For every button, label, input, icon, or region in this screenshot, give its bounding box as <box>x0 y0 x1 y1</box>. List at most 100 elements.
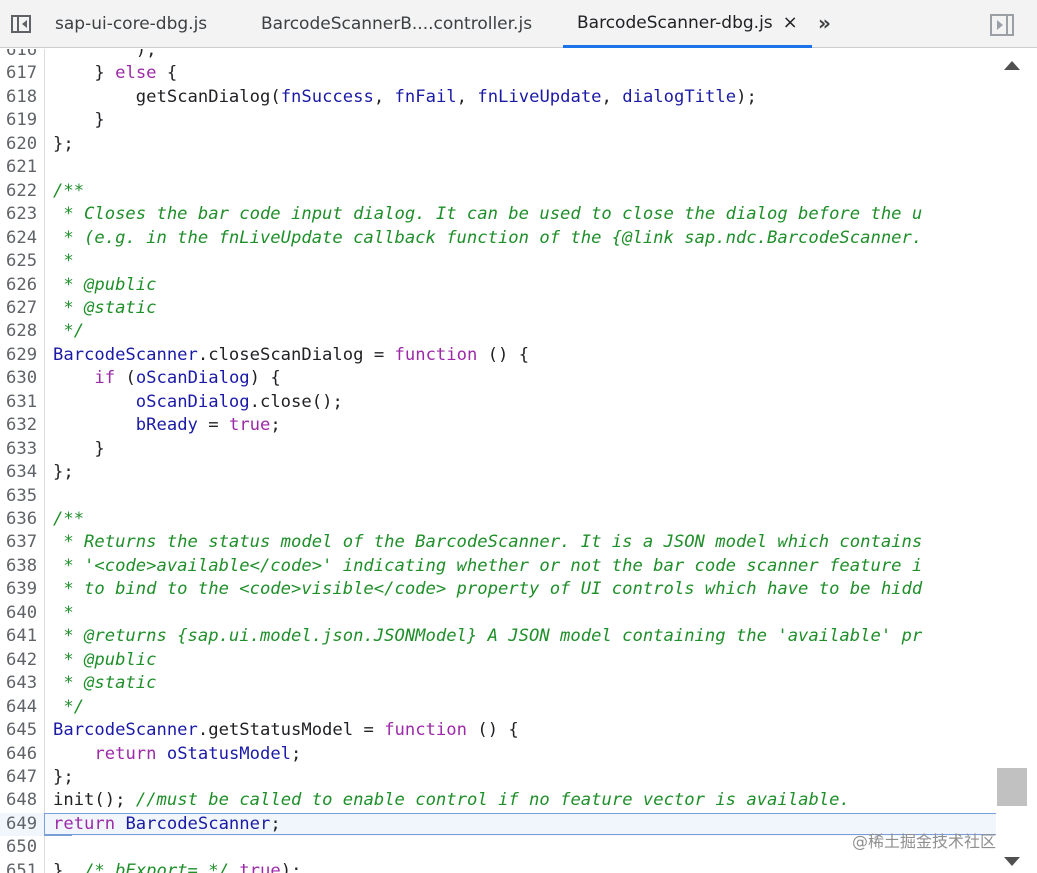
line-code: * @returns {sap.ui.model.json.JSONModel}… <box>53 626 923 647</box>
code-line[interactable]: 632 bReady = true; <box>0 414 996 437</box>
line-number[interactable]: 621 <box>0 156 40 179</box>
line-number[interactable]: 647 <box>0 766 40 789</box>
code-line[interactable]: 637 * Returns the status model of the Ba… <box>0 531 996 554</box>
code-line[interactable]: 634}; <box>0 461 996 484</box>
line-number[interactable]: 633 <box>0 438 40 461</box>
line-number[interactable]: 640 <box>0 602 40 625</box>
line-code: * @static <box>53 673 157 694</box>
code-line[interactable]: 644 */ <box>0 696 996 719</box>
line-number[interactable]: 643 <box>0 672 40 695</box>
code-line[interactable]: 619 } <box>0 109 996 132</box>
tab-barcodescanner-controller[interactable]: BarcodeScannerB....controller.js <box>261 0 532 48</box>
line-number[interactable]: 620 <box>0 133 40 156</box>
line-code: oScanDialog.close(); <box>135 391 343 412</box>
line-number[interactable]: 625 <box>0 250 40 273</box>
line-number[interactable]: 632 <box>0 414 40 437</box>
code-line[interactable]: 649 return BarcodeScanner; <box>0 812 996 837</box>
line-code: /** <box>53 180 85 201</box>
line-number[interactable]: 616 <box>0 49 40 62</box>
code-line[interactable]: 624 * (e.g. in the fnLiveUpdate callback… <box>0 227 996 250</box>
code-line[interactable]: 623 * Closes the bar code input dialog. … <box>0 203 996 226</box>
code-line[interactable]: 621 <box>0 156 996 179</box>
line-number[interactable]: 645 <box>0 719 40 742</box>
line-number[interactable]: 637 <box>0 531 40 554</box>
code-line[interactable]: 630 if (oScanDialog) { <box>0 367 996 390</box>
code-line[interactable]: 622 /** <box>0 180 996 203</box>
code-line[interactable]: 616 ); <box>0 49 996 62</box>
code-line[interactable]: 651}, /* bExport= */ true); <box>0 860 996 873</box>
line-number[interactable]: 646 <box>0 743 40 766</box>
scroll-thumb[interactable] <box>997 768 1027 806</box>
line-code: }; <box>53 766 74 787</box>
code-line[interactable]: 641 * @returns {sap.ui.model.json.JSONMo… <box>0 625 996 648</box>
code-line[interactable]: 638 * '<code>available</code>' indicatin… <box>0 555 996 578</box>
line-number[interactable]: 651 <box>0 860 40 873</box>
code-line[interactable]: 646 return oStatusModel; <box>0 743 996 766</box>
line-code: } else { <box>94 63 178 84</box>
code-line[interactable]: 645 BarcodeScanner.getStatusModel = funct… <box>0 719 996 742</box>
line-number[interactable]: 636 <box>0 508 40 531</box>
line-number[interactable]: 617 <box>0 62 40 85</box>
code-line[interactable]: 629 BarcodeScanner.closeScanDialog = func… <box>0 344 996 367</box>
code-line[interactable]: 650 <box>0 836 996 859</box>
line-code: */ <box>53 321 85 342</box>
line-number[interactable]: 623 <box>0 203 40 226</box>
code-line[interactable]: 618 getScanDialog(fnSuccess, fnFail, fnL… <box>0 86 996 109</box>
line-number[interactable]: 644 <box>0 696 40 719</box>
more-tabs-icon[interactable]: » <box>818 11 831 35</box>
code-line[interactable]: 617 } else { <box>0 62 996 85</box>
line-code: } <box>94 438 105 459</box>
close-tab-icon[interactable]: × <box>783 12 798 33</box>
code-line[interactable]: 633 } <box>0 438 996 461</box>
tab-sap-ui-core[interactable]: sap-ui-core-dbg.js <box>55 0 207 48</box>
line-code: return BarcodeScanner; <box>53 813 281 834</box>
line-number[interactable]: 627 <box>0 297 40 320</box>
code-line[interactable]: 640 * <box>0 602 996 625</box>
editor-tab-bar: sap-ui-core-dbg.js BarcodeScannerB....co… <box>0 0 1037 48</box>
line-number[interactable]: 650 <box>0 836 40 859</box>
line-number[interactable]: 628 <box>0 320 40 343</box>
line-number[interactable]: 649 <box>0 813 40 836</box>
code-line[interactable]: 628 */ <box>0 320 996 343</box>
code-line[interactable]: 627 * @static <box>0 297 996 320</box>
code-line[interactable]: 642 * @public <box>0 649 996 672</box>
tab-label: BarcodeScanner-dbg.js <box>577 12 773 33</box>
line-code: * Returns the status model of the Barcod… <box>53 532 923 553</box>
line-code: */ <box>53 696 85 717</box>
line-number[interactable]: 618 <box>0 86 40 109</box>
code-line[interactable]: 620}; <box>0 133 996 156</box>
line-number[interactable]: 634 <box>0 461 40 484</box>
code-line[interactable]: 626 * @public <box>0 274 996 297</box>
line-number[interactable]: 630 <box>0 367 40 390</box>
code-line[interactable]: 639 * to bind to the <code>visible</code… <box>0 578 996 601</box>
code-line[interactable]: 643 * @static <box>0 672 996 695</box>
code-line[interactable]: 648 init(); //must be called to enable co… <box>0 789 996 812</box>
code-line[interactable]: 636 /** <box>0 508 996 531</box>
line-code: init(); //must be called to enable contr… <box>53 790 850 811</box>
vertical-scrollbar[interactable] <box>996 49 1037 873</box>
code-editor[interactable]: 616 ); 617 } else {618 getScanDialog(fnSu… <box>0 49 996 873</box>
line-number[interactable]: 641 <box>0 625 40 648</box>
toggle-debugger-icon[interactable] <box>990 14 1014 36</box>
toggle-navigator-button[interactable] <box>0 0 42 48</box>
scroll-down-arrow-icon[interactable] <box>1004 857 1020 866</box>
scroll-up-arrow-icon[interactable] <box>1004 61 1020 70</box>
line-number[interactable]: 648 <box>0 789 40 812</box>
code-line[interactable]: 635 <box>0 485 996 508</box>
line-code: * Closes the bar code input dialog. It c… <box>53 204 923 225</box>
line-number[interactable]: 631 <box>0 391 40 414</box>
line-number[interactable]: 619 <box>0 109 40 132</box>
code-line[interactable]: 631 oScanDialog.close(); <box>0 391 996 414</box>
code-line[interactable]: 625 * <box>0 250 996 273</box>
line-number[interactable]: 624 <box>0 227 40 250</box>
line-number[interactable]: 639 <box>0 578 40 601</box>
line-number[interactable]: 626 <box>0 274 40 297</box>
code-line[interactable]: 647}; <box>0 766 996 789</box>
tab-barcodescanner-dbg[interactable]: BarcodeScanner-dbg.js × <box>563 0 812 48</box>
line-number[interactable]: 642 <box>0 649 40 672</box>
line-number[interactable]: 622 <box>0 180 40 203</box>
line-number[interactable]: 638 <box>0 555 40 578</box>
line-number[interactable]: 635 <box>0 485 40 508</box>
line-code: * @static <box>53 297 157 318</box>
line-number[interactable]: 629 <box>0 344 40 367</box>
